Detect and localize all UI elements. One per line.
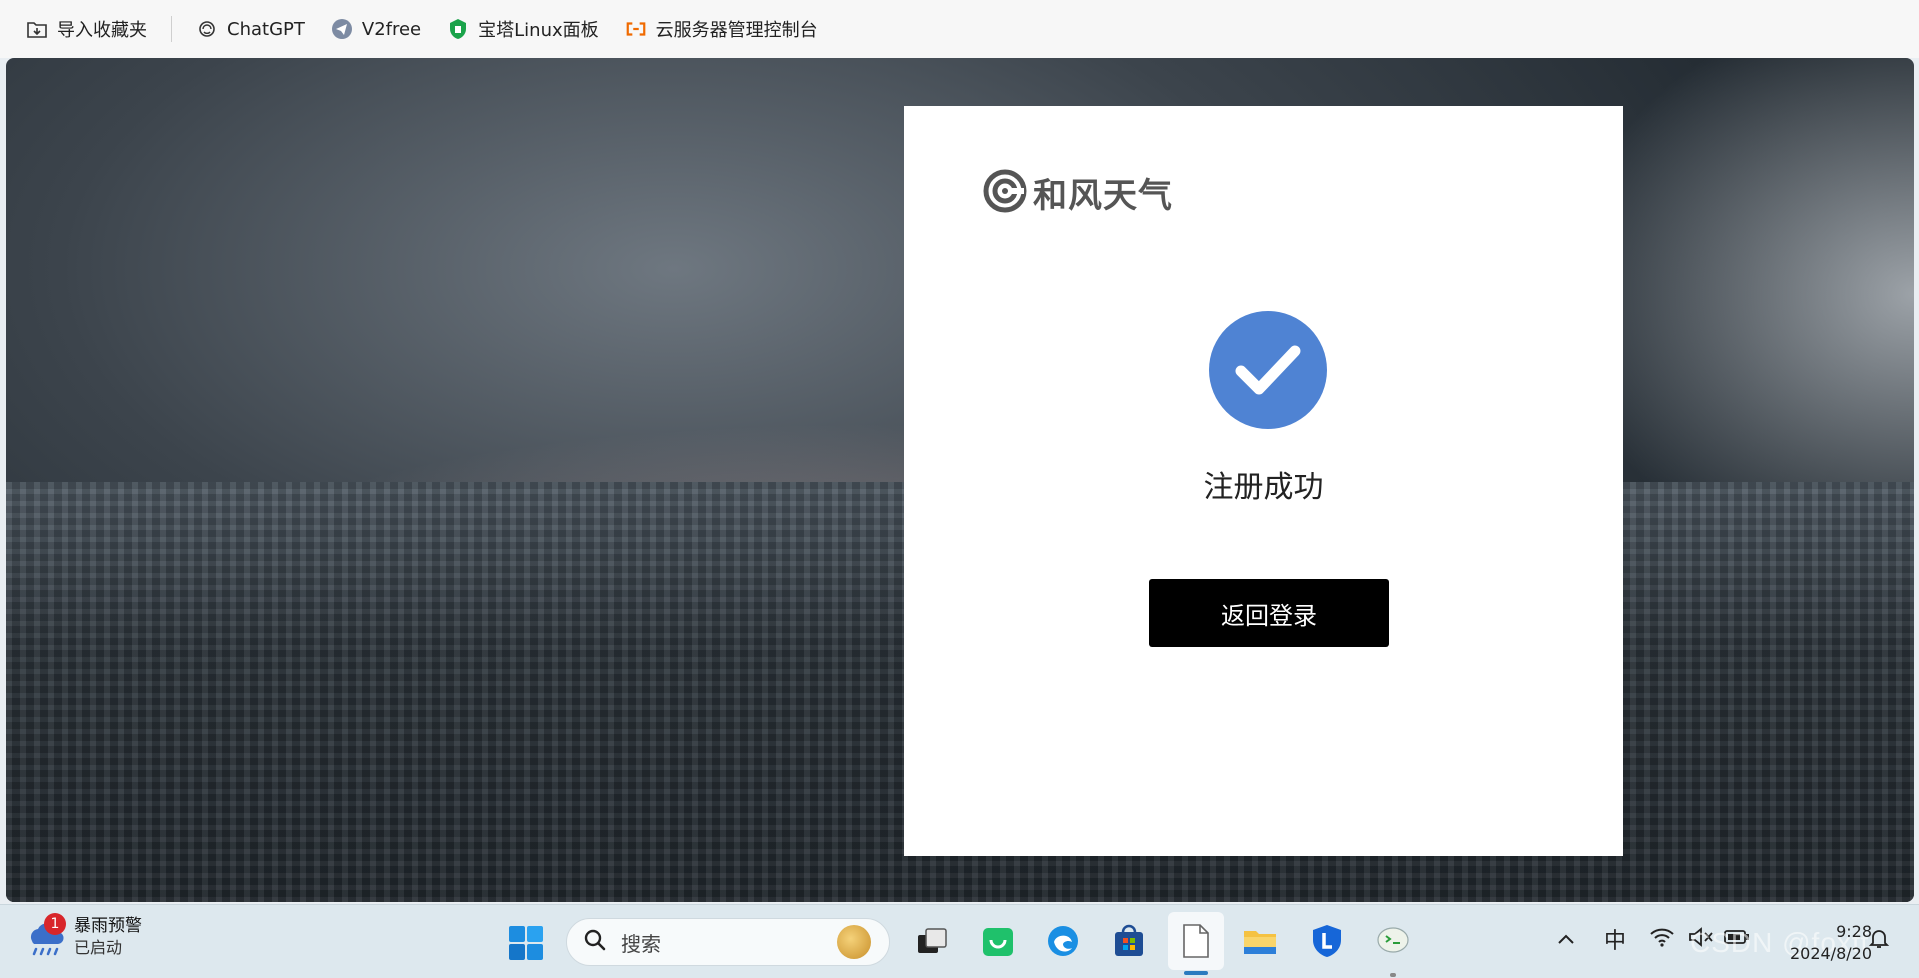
running-indicator	[1390, 973, 1396, 977]
bookmark-label: 云服务器管理控制台	[655, 20, 818, 41]
bt-shield-icon	[447, 18, 469, 40]
success-check-icon	[1209, 311, 1327, 429]
bookmark-label: 宝塔Linux面板	[478, 20, 599, 41]
search-icon	[583, 928, 607, 956]
weather-alert-title: 暴雨预警	[74, 916, 142, 936]
qweather-logo-icon	[983, 169, 1027, 217]
edge-browser-icon[interactable]	[1043, 921, 1083, 961]
bookmark-label: V2free	[361, 18, 422, 40]
wifi-icon[interactable]	[1649, 927, 1675, 953]
bookmarks-bar: 导入收藏夹 ChatGPT V2free 宝塔Linux面板 云服务器管理控制台	[0, 0, 1919, 58]
file-explorer-icon[interactable]	[1240, 921, 1280, 961]
weather-widget[interactable]: 1 暴雨预警 已启动	[24, 913, 142, 959]
back-to-login-button[interactable]: 返回登录	[1149, 579, 1389, 647]
taskbar: 1 暴雨预警 已启动 搜索 中 CSDN @foxff 9:28 2024/8/…	[0, 904, 1919, 978]
brand-name: 和风天气	[1033, 176, 1173, 216]
bookmark-chatgpt[interactable]: ChatGPT	[186, 11, 315, 47]
bookmark-v2free[interactable]: V2free	[321, 11, 431, 47]
import-folder-icon	[26, 18, 48, 40]
chatgpt-icon	[196, 18, 218, 40]
weather-alert-status: 已启动	[74, 938, 123, 957]
microsoft-store-icon[interactable]	[1109, 921, 1149, 961]
active-indicator	[1184, 971, 1208, 975]
rain-cloud-icon: 1	[24, 913, 68, 959]
task-view-icon[interactable]	[912, 921, 952, 961]
aliyun-icon	[625, 18, 647, 40]
clock-date: 2024/8/20	[1789, 944, 1872, 963]
search-placeholder: 搜索	[621, 931, 661, 956]
bookmark-import[interactable]: 导入收藏夹	[16, 11, 157, 47]
bookmark-bt-panel[interactable]: 宝塔Linux面板	[437, 11, 609, 47]
ime-indicator[interactable]: 中	[1604, 923, 1626, 955]
bookmark-aliyun[interactable]: 云服务器管理控制台	[615, 11, 828, 47]
search-highlight-icon	[837, 925, 871, 959]
windows-start-icon[interactable]	[508, 925, 544, 961]
bookmark-divider	[171, 16, 172, 42]
brand-logo: 和风天气	[983, 168, 1173, 217]
notification-bell-icon[interactable]	[1868, 927, 1890, 955]
bookmark-label: 导入收藏夹	[57, 20, 147, 41]
system-clock[interactable]: 9:28 2024/8/20	[1772, 921, 1872, 965]
bookmark-label: ChatGPT	[227, 18, 305, 40]
notepad-file-icon[interactable]	[1176, 921, 1216, 961]
alert-badge: 1	[44, 913, 66, 935]
register-success-card: 和风天气 注册成功 返回登录	[904, 106, 1623, 856]
wechat-work-icon[interactable]	[978, 921, 1018, 961]
lenovo-app-icon[interactable]	[1307, 921, 1347, 961]
terminal-app-icon[interactable]	[1373, 921, 1413, 961]
chevron-up-icon[interactable]	[1556, 927, 1576, 952]
clock-time: 9:28	[1836, 922, 1872, 941]
taskbar-search[interactable]: 搜索	[566, 918, 890, 966]
success-message: 注册成功	[1203, 470, 1324, 505]
telegram-icon	[331, 18, 353, 40]
